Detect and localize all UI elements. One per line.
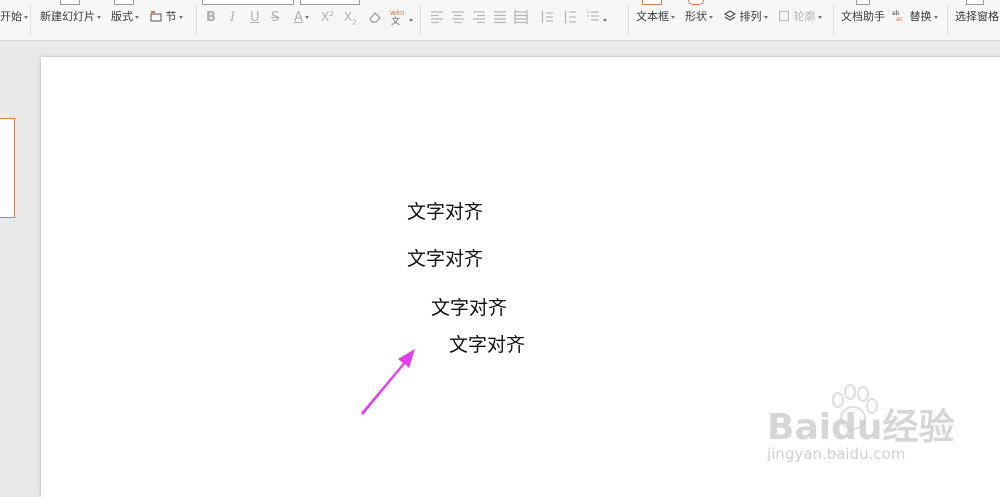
font-name-box[interactable] — [202, 0, 294, 5]
divider — [947, 4, 948, 36]
slide-text-line[interactable]: 文字对齐 — [431, 293, 507, 320]
chevron-down-icon — [763, 15, 768, 19]
phonetic-guide-icon[interactable]: wén 文 — [389, 8, 405, 26]
selection-pane-icon[interactable] — [966, 0, 984, 5]
divider — [628, 4, 629, 36]
slide-thumbnail-pane — [0, 41, 40, 488]
outline-button[interactable]: 轮廓 — [778, 9, 822, 25]
align-center-icon[interactable] — [451, 10, 465, 24]
paragraph-spacing-icon[interactable] — [563, 10, 577, 24]
divider — [30, 4, 31, 36]
text-box-button[interactable]: 文本框 — [636, 9, 675, 25]
slide-thumbnail-selected[interactable] — [0, 118, 15, 218]
section-button[interactable]: 节 — [150, 9, 183, 25]
outline-icon — [778, 10, 790, 22]
layers-icon — [723, 10, 737, 21]
chevron-down-icon — [24, 15, 28, 19]
svg-text:ac: ac — [896, 16, 903, 22]
text-direction-icon[interactable] — [586, 10, 600, 24]
annotation-arrow-icon — [361, 349, 415, 415]
layout-button[interactable]: 版式 — [111, 9, 139, 25]
divider — [196, 4, 197, 36]
align-right-icon[interactable] — [472, 10, 486, 24]
align-left-icon[interactable] — [430, 10, 444, 24]
line-spacing-icon[interactable] — [540, 10, 554, 24]
chevron-down-icon — [671, 15, 675, 19]
underline-icon[interactable]: U — [250, 10, 260, 25]
strikethrough-icon[interactable]: S — [271, 10, 279, 25]
shape-icon[interactable] — [688, 0, 704, 5]
text-box-icon[interactable] — [642, 0, 662, 5]
divider — [420, 4, 421, 36]
justify-icon[interactable] — [493, 10, 507, 24]
selection-pane-button[interactable]: 选择窗格 — [955, 9, 999, 25]
layout-icon[interactable] — [114, 0, 134, 5]
divider — [833, 4, 834, 36]
watermark-url: jingyan.baidu.com — [767, 445, 906, 463]
slide-text-line[interactable]: 文字对齐 — [407, 244, 483, 271]
replace-icon: ab ac — [892, 10, 903, 23]
doc-assistant-icon[interactable] — [856, 0, 870, 5]
chevron-down-icon — [817, 15, 822, 19]
superscript-icon[interactable]: X2 — [321, 10, 334, 24]
doc-assistant-button[interactable]: 文档助手 — [841, 9, 885, 25]
shape-button[interactable]: 形状 — [685, 9, 713, 25]
chevron-down-icon — [97, 15, 101, 19]
font-size-box[interactable] — [300, 0, 360, 5]
new-slide-button[interactable]: 新建幻灯片 — [40, 9, 101, 25]
slide-text-line[interactable]: 文字对齐 — [449, 330, 525, 357]
subscript-icon[interactable]: X2 — [344, 10, 357, 26]
arrange-button[interactable]: 排列 — [723, 9, 768, 25]
svg-text:wén: wén — [390, 9, 404, 17]
chevron-down-icon[interactable] — [409, 19, 413, 22]
clear-format-icon[interactable] — [368, 10, 382, 24]
distributed-align-icon[interactable] — [514, 10, 528, 24]
section-icon — [150, 11, 162, 22]
baidu-jingyan-watermark: Baidu经验 jingyan.baidu.com — [765, 382, 965, 472]
ribbon-toolbar: 开始 新建幻灯片 版式 节 B I U S A X2 X2 wén 文 文本框 … — [0, 0, 1000, 41]
replace-button[interactable]: ab ac 替换 — [892, 9, 938, 25]
chevron-down-icon[interactable] — [603, 19, 607, 22]
tab-start[interactable]: 开始 — [0, 9, 28, 25]
new-slide-icon[interactable] — [60, 0, 80, 5]
chevron-down-icon — [709, 15, 713, 19]
bold-icon[interactable]: B — [206, 10, 216, 25]
chevron-down-icon — [304, 16, 309, 19]
chevron-down-icon — [178, 15, 183, 19]
italic-icon[interactable]: I — [230, 10, 235, 25]
slide-text-line[interactable]: 文字对齐 — [407, 197, 483, 224]
chevron-down-icon — [135, 15, 139, 19]
svg-text:文: 文 — [391, 15, 400, 26]
watermark-brand: Baidu经验 — [767, 407, 955, 448]
font-color-icon[interactable]: A — [294, 10, 309, 25]
chevron-down-icon — [933, 15, 938, 19]
